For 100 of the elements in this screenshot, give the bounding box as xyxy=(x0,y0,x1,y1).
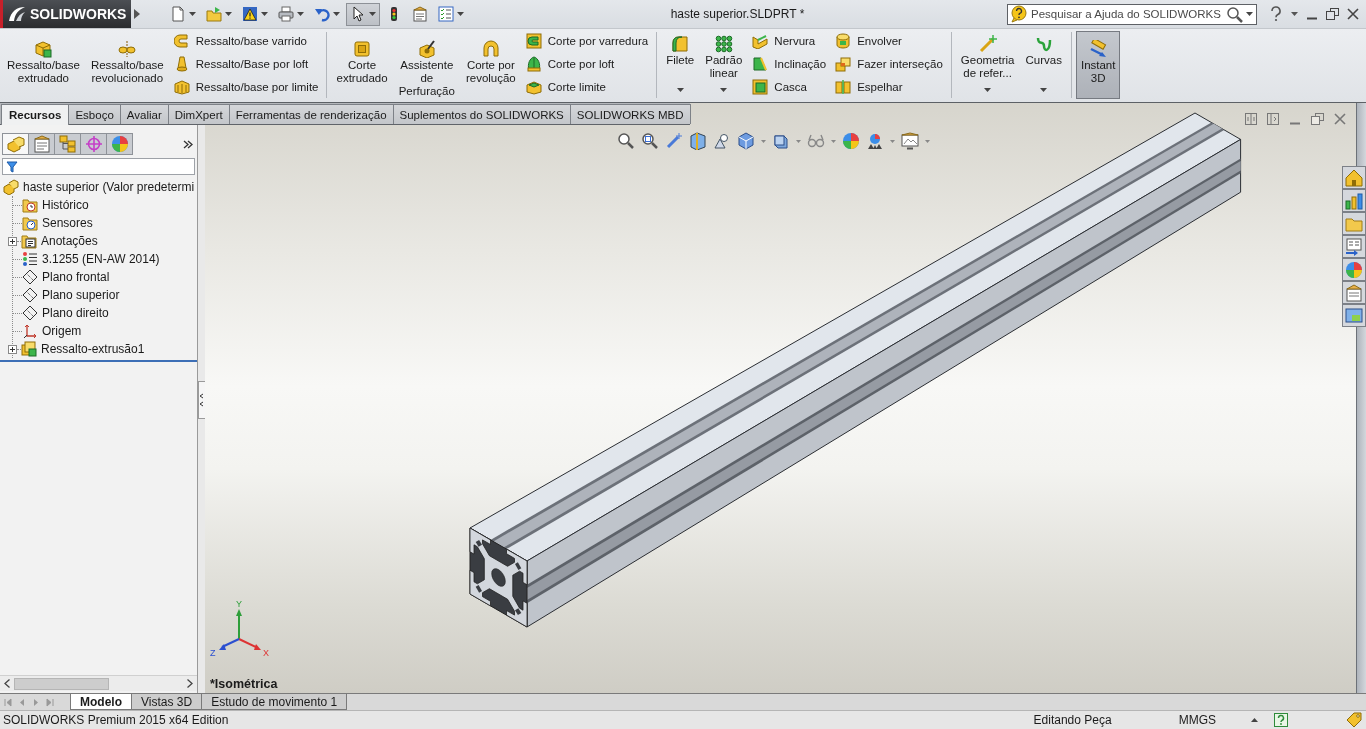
toolbar-button[interactable] xyxy=(346,2,380,26)
command-button[interactable]: Assistente de Perfuração xyxy=(393,29,460,99)
command-button[interactable]: Curvas xyxy=(1020,29,1067,99)
magnifier-icon[interactable] xyxy=(617,132,635,150)
picture-frame-icon[interactable] xyxy=(901,132,919,150)
command-button[interactable]: Casca xyxy=(748,75,831,98)
panel-tab[interactable] xyxy=(2,133,29,155)
command-button[interactable]: Corte por varredura xyxy=(521,29,653,52)
tab[interactable]: DimXpert xyxy=(167,104,230,124)
split-window-icon[interactable] xyxy=(1245,113,1257,125)
caret-down-icon[interactable] xyxy=(333,12,340,16)
command-button[interactable]: Espelhar xyxy=(831,75,947,98)
command-button[interactable]: Fazer interseção xyxy=(831,52,947,75)
clipboard-icon[interactable] xyxy=(1342,281,1366,304)
caret-down-icon[interactable] xyxy=(1246,12,1253,16)
help-icon[interactable] xyxy=(1274,713,1288,727)
tab[interactable]: Ferramentas de renderização xyxy=(228,104,394,124)
caret-down-icon[interactable] xyxy=(984,88,992,92)
command-button[interactable]: Nervura xyxy=(748,29,831,52)
caret-down-icon[interactable] xyxy=(1040,88,1048,92)
tab[interactable]: Estudo de movimento 1 xyxy=(201,694,348,710)
section-cube-icon[interactable] xyxy=(689,132,707,150)
tree-item[interactable]: Ressalto-extrusão1 xyxy=(41,342,145,356)
plane-icon xyxy=(22,305,38,321)
glasses-icon[interactable] xyxy=(807,132,825,150)
command-button[interactable]: Padrão linear xyxy=(700,29,748,99)
tab[interactable]: SOLIDWORKS MBD xyxy=(569,104,691,124)
caret-down-icon[interactable] xyxy=(720,88,728,92)
caret-up-icon[interactable] xyxy=(1251,718,1258,722)
double-chevron-icon[interactable] xyxy=(183,140,193,149)
command-button[interactable]: Ressalto/base por limite xyxy=(169,75,323,98)
caret-down-icon[interactable] xyxy=(225,12,232,16)
tab[interactable]: Recursos xyxy=(1,104,70,125)
window-icon[interactable] xyxy=(1342,304,1366,327)
panel-tab[interactable] xyxy=(80,133,107,155)
units-menu[interactable]: MMGS xyxy=(1178,713,1216,727)
filter-field[interactable] xyxy=(2,158,195,175)
command-button[interactable]: Instant 3D xyxy=(1075,31,1121,99)
command-button[interactable]: Filete xyxy=(661,29,700,99)
triangle-circle-icon[interactable] xyxy=(713,132,731,150)
tree-item[interactable]: Origem xyxy=(42,324,82,338)
command-button[interactable]: Ressalto/base extrudado xyxy=(2,29,85,99)
tree-item[interactable]: Plano frontal xyxy=(42,270,110,284)
command-button[interactable]: Ressalto/base revolucionado xyxy=(85,29,169,99)
caret-down-icon[interactable] xyxy=(189,12,196,16)
command-button[interactable]: Corte por loft xyxy=(521,52,653,75)
bar-chart-icon[interactable] xyxy=(1342,189,1366,212)
tree-item[interactable]: Plano superior xyxy=(42,288,120,302)
tab[interactable]: Vistas 3D xyxy=(131,694,203,710)
folder-icon[interactable] xyxy=(1342,212,1366,235)
tree-item[interactable]: Sensores xyxy=(42,216,93,230)
caret-right-icon[interactable] xyxy=(134,9,140,19)
command-button[interactable]: Ressalto/Base por loft xyxy=(169,52,323,75)
help-icon[interactable] xyxy=(1269,6,1283,22)
command-button[interactable]: Inclinação xyxy=(748,52,831,75)
caret-down-icon[interactable] xyxy=(676,88,684,92)
tree-item[interactable]: Plano direito xyxy=(42,306,109,320)
shaded-cube-icon[interactable] xyxy=(772,132,790,150)
tab[interactable]: Suplementos do SOLIDWORKS xyxy=(392,104,571,124)
tab[interactable]: Esboço xyxy=(68,104,121,124)
split-window-icon[interactable] xyxy=(1267,113,1279,125)
tag-icon[interactable] xyxy=(1346,712,1362,728)
tab[interactable]: Avaliar xyxy=(119,104,169,124)
magnifier-box-icon[interactable] xyxy=(641,132,659,150)
undo-arrow-icon xyxy=(314,6,330,22)
tab[interactable]: Modelo xyxy=(70,694,132,710)
tree-item[interactable]: 3.1255 (EN-AW 2014) xyxy=(42,252,160,266)
command-button[interactable]: Ressalto/base varrido xyxy=(169,29,323,52)
panel-tab[interactable] xyxy=(28,133,55,155)
caret-down-icon[interactable] xyxy=(261,12,268,16)
panel-tab[interactable] xyxy=(106,133,133,155)
command-button[interactable]: Corte extrudado xyxy=(331,29,393,99)
caret-down-icon[interactable] xyxy=(1291,12,1298,16)
view-cube-icon[interactable] xyxy=(737,132,755,150)
ball-stand-icon[interactable] xyxy=(866,132,884,150)
caret-down-icon[interactable] xyxy=(457,12,464,16)
command-button[interactable]: Corte limite xyxy=(521,75,653,98)
filter-icon[interactable] xyxy=(6,160,18,173)
tree-item[interactable]: Anotações xyxy=(41,234,98,248)
expand-icon[interactable] xyxy=(8,236,17,246)
horizontal-scrollbar[interactable] xyxy=(0,675,197,691)
caret-down-icon[interactable] xyxy=(297,12,304,16)
color-ball-icon[interactable] xyxy=(842,132,860,150)
command-button[interactable]: Envolver xyxy=(831,29,947,52)
tree-item[interactable]: Histórico xyxy=(42,198,89,212)
caret-down-icon[interactable] xyxy=(369,12,376,16)
close-icon[interactable] xyxy=(1347,8,1359,20)
scrollbar-thumb[interactable] xyxy=(14,677,109,690)
expand-icon[interactable] xyxy=(8,344,17,354)
note-folder-icon xyxy=(21,233,37,249)
arrow-right-icon[interactable] xyxy=(187,679,193,688)
restore-icon[interactable] xyxy=(1326,8,1339,20)
search-icon[interactable] xyxy=(1226,5,1243,23)
restore-icon[interactable] xyxy=(1311,113,1324,125)
search-field[interactable]: Pesquisar a Ajuda do SOLIDWORKS xyxy=(1007,3,1257,25)
command-button[interactable]: Geometria de refer... xyxy=(955,29,1020,99)
house-icon[interactable] xyxy=(1342,166,1366,189)
tree-item[interactable]: haste superior (Valor predetermi xyxy=(23,180,195,194)
wand-icon[interactable] xyxy=(665,132,683,150)
command-button[interactable]: Corte por revolução xyxy=(460,29,521,99)
